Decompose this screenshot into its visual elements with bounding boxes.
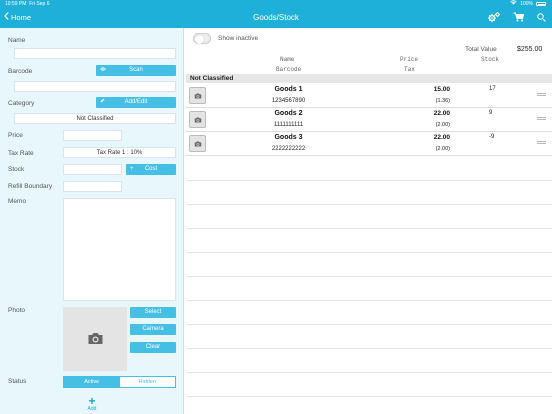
column-header-barcode: Barcode <box>276 66 302 73</box>
status-hidden-option[interactable]: Hidden <box>119 377 175 387</box>
cost-button[interactable]: + Cost <box>126 164 176 175</box>
plus-small-icon: + <box>130 166 134 172</box>
empty-row-divider <box>186 372 552 373</box>
status-bar: 10:59 PM Fri Sep 6 100% <box>0 0 552 8</box>
plus-icon: + <box>88 394 96 408</box>
navigation-bar: 10:59 PM Fri Sep 6 100% Home Goods/Stock <box>0 0 552 28</box>
column-header-stock: Stock <box>481 56 500 63</box>
photo-preview[interactable] <box>63 307 127 371</box>
nav-actions <box>488 12 546 22</box>
search-icon[interactable] <box>537 12 546 22</box>
category-value[interactable]: Not Classified <box>14 113 176 124</box>
refill-boundary-input[interactable] <box>63 181 122 192</box>
goods-price: 22.00 <box>433 110 450 117</box>
add-edit-category-button[interactable]: Add/Edit <box>96 97 176 108</box>
name-label: Name <box>8 37 26 44</box>
empty-row-divider <box>186 276 552 277</box>
empty-row-divider <box>186 180 552 181</box>
gears-icon[interactable] <box>488 12 500 22</box>
goods-tax: (2.00) <box>435 146 450 152</box>
empty-row-divider <box>186 300 552 301</box>
category-section-header: Not Classified <box>186 74 552 83</box>
goods-stock: 17 <box>489 86 496 92</box>
clear-photo-button[interactable]: Clear <box>130 342 176 353</box>
price-label: Price <box>8 132 23 139</box>
photo-label: Photo <box>8 307 25 314</box>
status-active-option[interactable]: Active <box>64 377 120 387</box>
battery-icon <box>536 2 546 6</box>
goods-stock: 9 <box>489 110 493 116</box>
empty-row-divider <box>186 228 552 229</box>
name-input[interactable] <box>14 48 176 59</box>
camera-icon <box>189 135 206 152</box>
goods-barcode: 1111111111 <box>273 122 304 128</box>
scan-button[interactable]: Scan <box>96 65 176 76</box>
goods-name: Goods 1 <box>274 86 303 93</box>
empty-row-divider <box>186 348 552 349</box>
price-input[interactable] <box>63 130 122 141</box>
status-label: Status <box>8 378 27 385</box>
camera-icon <box>189 87 206 104</box>
status-segmented-control: Active Hidden <box>63 376 176 388</box>
goods-stock: -9 <box>489 134 495 140</box>
memo-textarea[interactable] <box>63 198 176 301</box>
goods-barcode: 2222222222 <box>271 146 306 152</box>
goods-price: 15.00 <box>433 86 450 93</box>
cart-icon[interactable] <box>513 12 524 22</box>
reorder-handle-icon[interactable] <box>537 117 546 120</box>
status-time-date: 10:59 PM Fri Sep 6 <box>5 1 50 7</box>
column-header-price: Price <box>400 56 419 63</box>
goods-price: 22.00 <box>433 134 450 141</box>
empty-row-divider <box>186 396 552 397</box>
column-header-name: Name <box>280 56 295 63</box>
select-photo-button[interactable]: Select <box>130 307 176 318</box>
barcode-label: Barcode <box>8 68 33 75</box>
camera-icon <box>87 332 104 347</box>
empty-row-divider <box>186 204 552 205</box>
goods-name: Goods 2 <box>274 110 303 117</box>
barcode-input[interactable] <box>14 81 176 92</box>
goods-barcode: 1234567890 <box>271 98 306 104</box>
empty-row-divider <box>186 324 552 325</box>
page-title: Goods/Stock <box>253 13 299 22</box>
stock-label: Stock <box>8 166 25 173</box>
column-header-tax: Tax <box>404 66 415 73</box>
empty-row-divider <box>186 252 552 253</box>
edit-icon <box>100 97 105 108</box>
battery-percent: 100% <box>520 1 533 7</box>
tax-rate-label: Tax Rate <box>8 150 34 157</box>
goods-tax: (1.36) <box>435 98 450 104</box>
camera-icon <box>189 111 206 128</box>
goods-row[interactable]: Goods 1 1234567890 15.00 (1.36) 17 <box>186 84 552 108</box>
status-right: 100% <box>510 0 546 8</box>
show-inactive-label: Show inactive <box>218 35 259 42</box>
eye-icon <box>100 65 106 76</box>
goods-row[interactable]: Goods 3 2222222222 22.00 (2.00) -9 <box>186 132 552 156</box>
total-value: $255.00 <box>517 46 543 53</box>
tax-rate-select[interactable]: Tax Rate 1 : 10% <box>63 147 176 158</box>
reorder-handle-icon[interactable] <box>537 93 546 96</box>
goods-tax: (2.00) <box>435 122 450 128</box>
reorder-handle-icon[interactable] <box>537 141 546 144</box>
goods-row[interactable]: Goods 2 1111111111 22.00 (2.00) 9 <box>186 108 552 132</box>
camera-button[interactable]: Camera <box>130 324 176 335</box>
stock-input[interactable] <box>63 164 122 175</box>
memo-label: Memo <box>8 198 27 205</box>
wifi-icon <box>510 0 517 8</box>
show-inactive-toggle[interactable] <box>193 33 211 44</box>
category-label: Category <box>8 100 35 107</box>
refill-boundary-label: Refill Boundary <box>8 183 53 190</box>
goods-name: Goods 3 <box>274 134 303 141</box>
add-button[interactable]: + Add <box>82 394 102 412</box>
total-value-label: Total Value <box>465 46 497 53</box>
